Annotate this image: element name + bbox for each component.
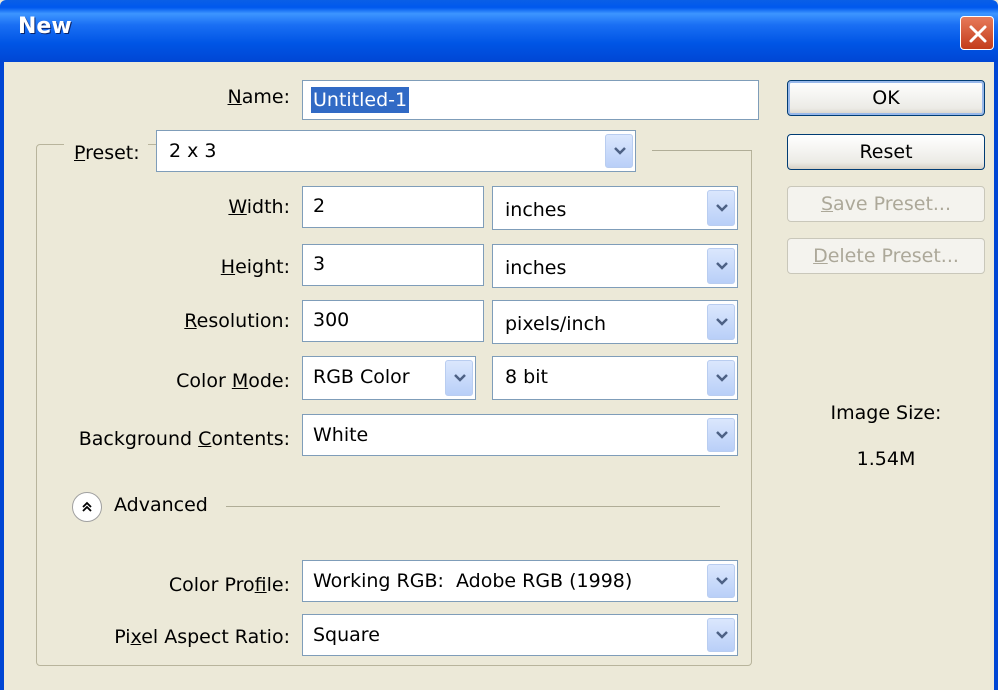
group-top-line (652, 150, 752, 151)
chevron-down-icon[interactable] (445, 360, 473, 396)
advanced-toggle-button[interactable] (72, 492, 102, 522)
height-input[interactable]: 3 (302, 244, 484, 286)
window-title: New (18, 14, 72, 39)
pixel-aspect-label: Pixel Aspect Ratio: (114, 626, 290, 648)
name-input[interactable]: Untitled-1 (302, 80, 759, 120)
bit-depth-select[interactable]: 8 bit (492, 356, 738, 400)
chevron-down-icon[interactable] (707, 618, 735, 652)
preset-label: Preset: (64, 142, 148, 164)
image-size-label: Image Size: (830, 402, 942, 424)
chevron-down-icon[interactable] (707, 564, 735, 598)
save-preset-button[interactable]: Save Preset... (787, 186, 985, 222)
advanced-label: Advanced (114, 494, 208, 516)
chevron-down-icon[interactable] (707, 418, 735, 452)
title-bar: New (0, 0, 998, 62)
background-label: Background Contents: (78, 428, 290, 450)
color-mode-select[interactable]: RGB Color (302, 356, 476, 400)
window-frame-left (0, 62, 4, 690)
width-unit-select[interactable]: inches (492, 186, 738, 230)
height-label: Height: (220, 256, 290, 278)
background-select[interactable]: White (302, 414, 738, 456)
width-input[interactable]: 2 (302, 186, 484, 228)
chevron-down-icon[interactable] (707, 360, 735, 396)
width-unit-value: inches (505, 199, 567, 221)
width-label: Width: (228, 196, 290, 218)
close-button[interactable] (960, 16, 994, 50)
preset-select[interactable]: 2 x 3 (156, 130, 636, 172)
chevron-down-icon[interactable] (707, 248, 735, 284)
pixel-aspect-value: Square (313, 624, 380, 646)
resolution-unit-value: pixels/inch (505, 313, 607, 335)
color-profile-value: Working RGB: Adobe RGB (1998) (313, 570, 633, 592)
reset-button[interactable]: Reset (787, 134, 985, 170)
resolution-unit-select[interactable]: pixels/inch (492, 300, 738, 344)
close-icon (969, 25, 987, 43)
advanced-divider (226, 506, 720, 507)
image-size-value: 1.54M (856, 448, 916, 470)
ok-button[interactable]: OK (787, 80, 985, 116)
window-frame-right (994, 62, 998, 690)
height-unit-select[interactable]: inches (492, 244, 738, 288)
color-profile-select[interactable]: Working RGB: Adobe RGB (1998) (302, 560, 738, 602)
color-mode-value: RGB Color (313, 366, 410, 388)
bit-depth-value: 8 bit (505, 366, 548, 388)
name-label: Name: (227, 86, 290, 108)
height-unit-value: inches (505, 257, 567, 279)
resolution-input[interactable]: 300 (302, 300, 484, 342)
chevron-down-icon[interactable] (707, 304, 735, 340)
background-value: White (313, 424, 369, 446)
name-input-value: Untitled-1 (311, 87, 410, 113)
double-chevron-up-icon (82, 501, 92, 512)
resolution-label: Resolution: (184, 310, 290, 332)
chevron-down-icon[interactable] (707, 190, 735, 226)
pixel-aspect-select[interactable]: Square (302, 614, 738, 656)
chevron-down-icon[interactable] (605, 134, 633, 168)
delete-preset-button[interactable]: Delete Preset... (787, 238, 985, 274)
color-mode-label: Color Mode: (176, 370, 290, 392)
color-profile-label: Color Profile: (168, 574, 290, 596)
preset-value: 2 x 3 (169, 140, 217, 162)
